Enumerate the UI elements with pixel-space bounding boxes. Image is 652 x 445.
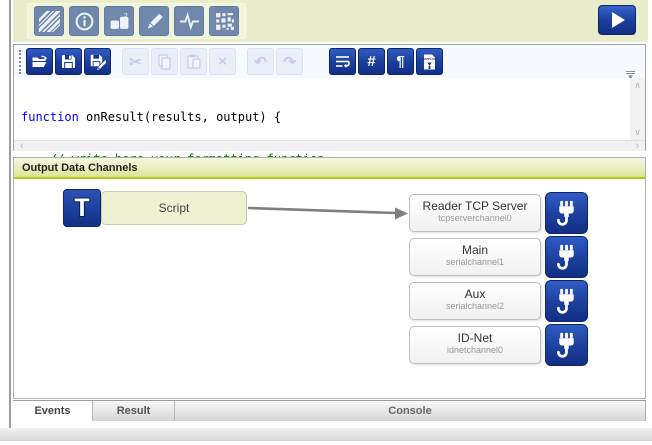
connect-button-id-net[interactable] bbox=[545, 324, 588, 366]
tab-result[interactable]: Result bbox=[93, 401, 175, 421]
line-numbers-button[interactable]: # bbox=[358, 48, 385, 75]
copy-icon bbox=[151, 48, 178, 75]
mode-icon-tray: 2 bbox=[27, 3, 246, 39]
script-node[interactable]: Script bbox=[101, 191, 247, 225]
redo-icon: ↷ bbox=[276, 48, 303, 75]
code-line-1: function onResult(results, output) { bbox=[21, 110, 645, 124]
undo-icon: ↶ bbox=[247, 48, 274, 75]
script-node-icon[interactable]: T bbox=[63, 189, 101, 227]
top-toolbar: 2 bbox=[13, 0, 648, 42]
delete-icon: × bbox=[209, 48, 236, 75]
script-editor-window: 2 bbox=[0, 0, 652, 445]
left-splitter[interactable] bbox=[9, 0, 11, 428]
code-editor[interactable]: function onResult(results, output) { // … bbox=[14, 78, 645, 140]
window-bottom-edge bbox=[0, 428, 652, 441]
scroll-up-icon[interactable]: ∧ bbox=[634, 80, 641, 91]
edit-pencil-icon[interactable] bbox=[139, 6, 169, 36]
play-icon bbox=[612, 12, 625, 28]
scroll-down-icon[interactable]: ∨ bbox=[634, 127, 641, 138]
output-data-channels-panel: Output Data Channels T Script Reader TCP… bbox=[13, 157, 646, 399]
info-icon[interactable] bbox=[69, 6, 99, 36]
word-wrap-button[interactable] bbox=[329, 48, 356, 75]
channel-subtitle: serialchannel1 bbox=[410, 257, 540, 268]
plug-icon bbox=[555, 332, 578, 359]
channel-node-main[interactable]: Main serialchannel1 bbox=[409, 238, 541, 276]
panel-title: Output Data Channels bbox=[14, 158, 645, 179]
channel-title: ID-Net bbox=[410, 331, 540, 345]
run-script-button[interactable] bbox=[598, 5, 636, 35]
editor-horizontal-scrollbar[interactable]: ‹ › bbox=[14, 140, 645, 151]
barcode-icon[interactable] bbox=[34, 6, 64, 36]
cut-icon: ✂ bbox=[122, 48, 149, 75]
scroll-right-icon[interactable]: › bbox=[635, 142, 639, 151]
tab-console[interactable]: Console bbox=[175, 401, 645, 421]
connect-button-aux[interactable] bbox=[545, 280, 588, 322]
matrix-code-icon[interactable] bbox=[209, 6, 239, 36]
connect-button-reader-tcp-server[interactable] bbox=[545, 192, 588, 234]
channel-title: Main bbox=[410, 243, 540, 257]
connect-button-main[interactable] bbox=[545, 236, 588, 278]
tab-events[interactable]: Events bbox=[13, 401, 93, 421]
channel-node-aux[interactable]: Aux serialchannel2 bbox=[409, 282, 541, 320]
plug-icon bbox=[555, 200, 578, 227]
layout-panels-icon[interactable]: 2 bbox=[104, 6, 134, 36]
save-as-button[interactable] bbox=[84, 48, 111, 75]
toolbar-grip[interactable] bbox=[19, 50, 22, 74]
channel-title: Aux bbox=[410, 287, 540, 301]
paste-icon bbox=[180, 48, 207, 75]
show-paragraph-marks-button[interactable]: ¶ bbox=[387, 48, 414, 75]
bottom-tab-bar: Events Result Console bbox=[13, 400, 646, 421]
editor-toolbar: ✂ × ↶ ↷ # ¶ bbox=[14, 45, 645, 78]
plug-icon bbox=[555, 244, 578, 271]
editor-vertical-scrollbar[interactable]: ∧ ∨ bbox=[630, 78, 645, 140]
template-button[interactable]: TEMPLATE bbox=[416, 48, 443, 75]
script-editor-panel: ✂ × ↶ ↷ # ¶ bbox=[13, 44, 646, 151]
channel-subtitle: idnetchannel0 bbox=[410, 345, 540, 356]
channel-node-id-net[interactable]: ID-Net idnetchannel0 bbox=[409, 326, 541, 364]
channel-node-reader-tcp-server[interactable]: Reader TCP Server tcpserverchannel0 bbox=[409, 194, 541, 232]
channel-subtitle: serialchannel2 bbox=[410, 301, 540, 312]
plug-icon bbox=[555, 288, 578, 315]
signal-pulse-icon[interactable] bbox=[174, 6, 204, 36]
panels-badge: 2 bbox=[123, 11, 127, 20]
channel-subtitle: tcpserverchannel0 bbox=[410, 213, 540, 224]
scroll-left-icon[interactable]: ‹ bbox=[20, 142, 24, 151]
open-file-button[interactable] bbox=[26, 48, 53, 75]
save-button[interactable] bbox=[55, 48, 82, 75]
template-icon-label: TEMPLATE bbox=[422, 57, 438, 61]
channel-title: Reader TCP Server bbox=[410, 199, 540, 213]
connection-arrow bbox=[248, 203, 410, 221]
